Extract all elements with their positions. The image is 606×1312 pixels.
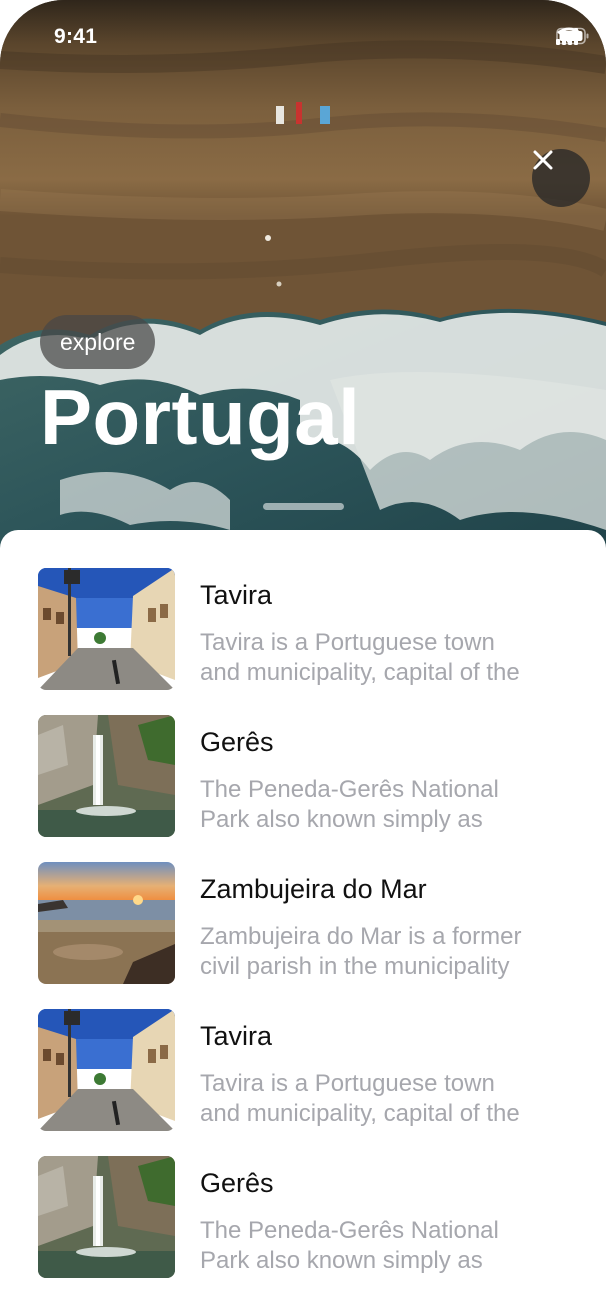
list-item[interactable]: Tavira Tavira is a Portuguese town and m…: [0, 568, 606, 715]
status-icons: [556, 27, 589, 45]
street-photo: [38, 568, 175, 690]
waterfall-photo: [38, 715, 175, 837]
place-description: Tavira is a Portuguese town and municipa…: [200, 629, 520, 686]
hero-image: 9:41 explore Portugal: [0, 0, 606, 560]
place-name: Gerês: [200, 727, 274, 757]
place-description: Tavira is a Portuguese town and municipa…: [200, 1070, 520, 1127]
place-description: The Peneda-Gerês National Park also know…: [200, 776, 499, 833]
place-thumbnail: [38, 568, 175, 690]
place-description: Zambujeira do Mar is a former civil pari…: [200, 923, 522, 980]
beach-aerial-photo: [0, 0, 606, 560]
list-item[interactable]: Gerês The Peneda-Gerês National Park als…: [0, 715, 606, 862]
place-name: Tavira: [200, 1021, 273, 1051]
beach-sunset-photo: [38, 862, 175, 984]
place-name: Gerês: [200, 1168, 274, 1198]
places-list: Tavira Tavira is a Portuguese town and m…: [0, 568, 606, 1303]
screen: 9:41 explore Portugal Tavira Tavira is a…: [0, 0, 606, 1312]
status-bar: 9:41: [0, 0, 606, 80]
street-photo: [38, 1009, 175, 1131]
battery-icon: [556, 27, 589, 45]
list-item[interactable]: Tavira Tavira is a Portuguese town and m…: [0, 1009, 606, 1156]
places-sheet: Tavira Tavira is a Portuguese town and m…: [0, 530, 606, 1312]
sheet-drag-handle[interactable]: [263, 503, 344, 510]
place-thumbnail: [38, 715, 175, 837]
place-thumbnail: [38, 1156, 175, 1278]
place-name: Zambujeira do Mar: [200, 874, 427, 904]
place-description: The Peneda-Gerês National Park also know…: [200, 1217, 499, 1274]
list-item[interactable]: Zambujeira do Mar Zambujeira do Mar is a…: [0, 862, 606, 1009]
close-button[interactable]: [532, 149, 590, 207]
status-time: 9:41: [54, 25, 98, 48]
explore-chip[interactable]: explore: [40, 315, 156, 369]
place-thumbnail: [38, 1009, 175, 1131]
page-title: Portugal: [40, 373, 361, 461]
place-name: Tavira: [200, 580, 273, 610]
place-thumbnail: [38, 862, 175, 984]
waterfall-photo: [38, 1156, 175, 1278]
close-icon: [533, 150, 553, 170]
list-item[interactable]: Gerês The Peneda-Gerês National Park als…: [0, 1156, 606, 1303]
